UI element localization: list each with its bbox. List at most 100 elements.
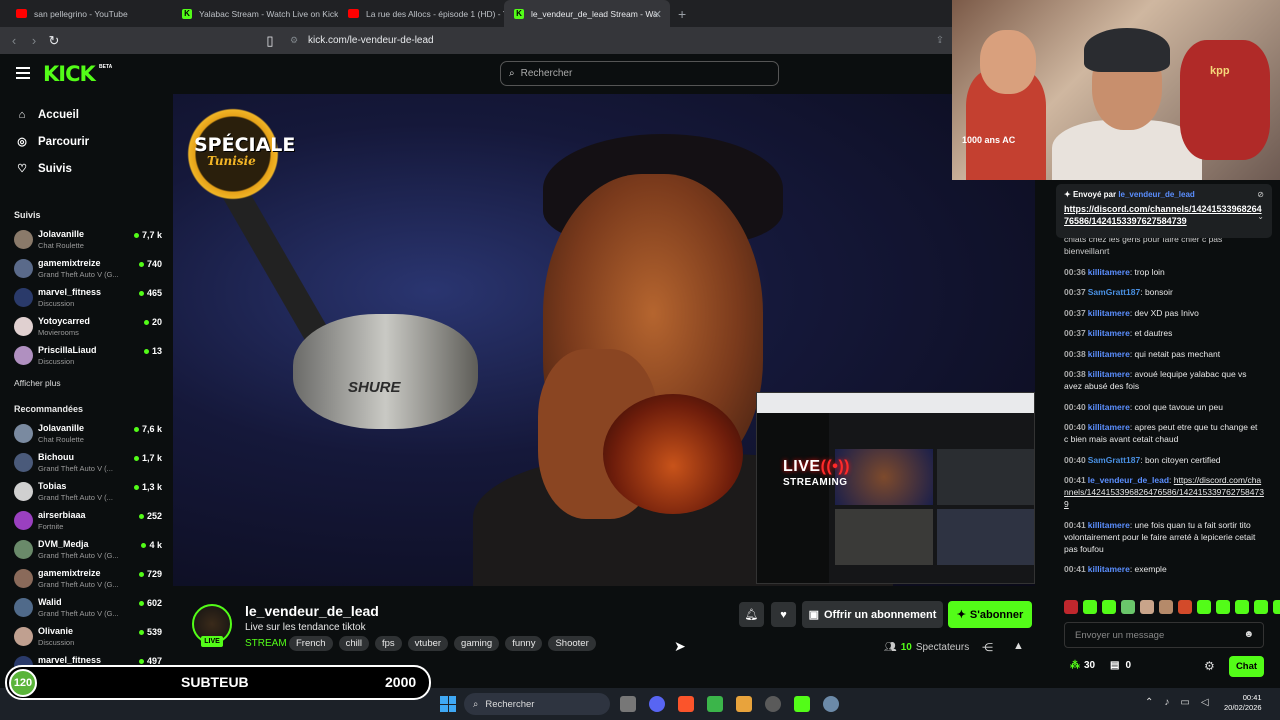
chevron-up-icon[interactable]: ⌃ (1145, 697, 1153, 708)
taskbar-search[interactable]: ⌕ Rechercher (464, 693, 610, 715)
discord-icon[interactable] (649, 696, 665, 712)
site-info-icon[interactable]: ⚙ (284, 35, 304, 46)
settings-app-icon[interactable] (823, 696, 839, 712)
subscribe-button[interactable]: ✦ S'abonner (948, 601, 1032, 628)
browser-tab[interactable]: La rue des Allocs - épisode 1 (HD) - Y (338, 0, 504, 27)
clock[interactable]: 00:41 20/02/2026 (1224, 693, 1262, 713)
emote-icon[interactable] (1140, 600, 1154, 614)
settings-icon[interactable]: ⚙ (1204, 659, 1215, 673)
task-view-icon[interactable] (620, 696, 636, 712)
reload-icon[interactable]: ↻ (44, 33, 64, 49)
tag-chip[interactable]: Shooter (548, 636, 596, 651)
chat-username[interactable]: killitamere (1088, 349, 1130, 359)
channel-item[interactable]: Jolavanille Chat Roulette 7,7 k (0, 227, 172, 256)
forward-icon[interactable]: › (24, 33, 44, 48)
emote-icon[interactable] (1159, 600, 1173, 614)
app-icon[interactable] (736, 696, 752, 712)
emote-icon[interactable] (1102, 600, 1116, 614)
emote-icon[interactable] (1216, 600, 1230, 614)
nav-home[interactable]: ⌂ Accueil (0, 101, 172, 128)
unpin-icon[interactable]: ⊘ (1257, 190, 1264, 199)
channel-item[interactable]: Jolavanille Chat Roulette 7,6 k (0, 421, 172, 450)
report-icon[interactable]: ▲ (1013, 640, 1024, 652)
show-more-link[interactable]: Afficher plus (0, 378, 172, 388)
follow-button[interactable]: ♥ (771, 602, 796, 627)
channel-item[interactable]: PriscillaLiaud Discussion 13 (0, 343, 172, 372)
app-icon[interactable] (765, 696, 781, 712)
emote-icon[interactable] (1235, 600, 1249, 614)
emote-icon[interactable] (1083, 600, 1097, 614)
notification-bell-button[interactable]: 🔔︎ (739, 602, 764, 627)
video-player[interactable]: SHURE SPÉCIALE Tunisie (173, 94, 1035, 586)
tag-chip[interactable]: vtuber (407, 636, 449, 651)
channel-item[interactable]: Olivanie Discussion 539 (0, 624, 172, 653)
channel-item[interactable]: marvel_fitness Discussion 465 (0, 285, 172, 314)
chat-username[interactable]: SamGratt187 (1088, 455, 1140, 465)
channel-item[interactable]: airserbiaaa Fortnite 252 (0, 508, 172, 537)
chat-message: 00:37 SamGratt187: bonsoir (1064, 287, 1173, 297)
new-tab-icon[interactable]: + (670, 0, 694, 27)
channel-item[interactable]: Tobias Grand Theft Auto V (... 1,3 k (0, 479, 172, 508)
emote-icon[interactable] (1254, 600, 1268, 614)
browser-tab[interactable]: san pellegrino - YouTube (6, 0, 172, 27)
nav-following[interactable]: ♡ Suivis (0, 155, 172, 182)
share-icon[interactable]: ⋲ (982, 641, 993, 654)
channel-item[interactable]: gamemixtreize Grand Theft Auto V (G... 729 (0, 566, 172, 595)
channel-item[interactable]: Walid Grand Theft Auto V (G... 602 (0, 595, 172, 624)
channel-item[interactable]: DVM_Medja Grand Theft Auto V (G... 4 k (0, 537, 172, 566)
chat-username[interactable]: killitamere (1088, 369, 1130, 379)
microphone-icon[interactable]: ♪ (1164, 697, 1169, 708)
emote-icon[interactable] (1273, 600, 1280, 614)
tag-chip[interactable]: French (289, 636, 333, 651)
emote-icon[interactable] (1064, 600, 1078, 614)
menu-icon[interactable] (16, 67, 30, 79)
tag-chip[interactable]: funny (505, 636, 543, 651)
chat-username[interactable]: killitamere (1088, 402, 1130, 412)
pinned-user[interactable]: le_vendeur_de_lead (1118, 190, 1194, 199)
emote-icon[interactable] (1197, 600, 1211, 614)
chat-username[interactable]: killitamere (1088, 564, 1130, 574)
chevron-down-icon[interactable]: ⌄ (1257, 212, 1264, 221)
chat-username[interactable]: SamGratt187 (1088, 287, 1140, 297)
emote-icon[interactable] (1121, 600, 1135, 614)
pinned-link[interactable]: https://discord.com/channels/14241533968… (1064, 203, 1264, 227)
back-icon[interactable]: ‹ (4, 33, 24, 48)
chat-username[interactable]: killitamere (1088, 520, 1130, 530)
nav-browse[interactable]: ◎ Parcourir (0, 128, 172, 155)
windows-start-icon[interactable] (440, 696, 456, 712)
url-text[interactable]: kick.com/le-vendeur-de-lead (308, 35, 434, 46)
tag-chip[interactable]: fps (374, 636, 402, 651)
search-input[interactable]: ⌕ Rechercher (500, 61, 779, 86)
streamer-name[interactable]: le_vendeur_de_lead (245, 603, 379, 619)
network-icon[interactable]: ▭ (1180, 697, 1189, 708)
gift-sub-button[interactable]: ▣ Offrir un abonnement (802, 601, 943, 628)
chat-username[interactable]: killitamere (1088, 267, 1130, 277)
brave-browser-icon[interactable] (678, 696, 694, 712)
kick-app-icon[interactable] (794, 696, 810, 712)
close-icon[interactable]: ✕ (653, 8, 662, 21)
volume-icon[interactable]: ◁ (1201, 697, 1209, 708)
emoji-icon[interactable]: ☻ (1243, 629, 1254, 640)
tag-chip[interactable]: chill (338, 636, 369, 651)
emote-icon[interactable] (1178, 600, 1192, 614)
channel-item[interactable]: gamemixtreize Grand Theft Auto V (G... 740 (0, 256, 172, 285)
channel-item[interactable]: Yotoycarred Movierooms 20 (0, 314, 172, 343)
bookmark-icon[interactable]: ▯ (260, 33, 280, 49)
browser-tab[interactable]: K Yalabac Stream - Watch Live on Kick (172, 0, 338, 27)
chat-input[interactable]: Envoyer un message ☻ (1064, 622, 1264, 648)
channel-item[interactable]: Bichouu Grand Theft Auto V (... 1,7 k (0, 450, 172, 479)
stream-category[interactable]: STREAM (245, 638, 287, 649)
kick-logo[interactable]: KICK (43, 62, 96, 86)
chat-username[interactable]: killitamere (1088, 308, 1130, 318)
chat-username[interactable]: killitamere (1088, 328, 1130, 338)
chat-username[interactable]: le_vendeur_de_lead (1088, 475, 1169, 485)
share-page-icon[interactable]: ⇪ (930, 35, 950, 46)
tag-chip[interactable]: gaming (454, 636, 500, 651)
spreadsheet-icon[interactable] (707, 696, 723, 712)
send-chat-button[interactable]: Chat (1229, 656, 1264, 677)
chat-text: dev XD pas Inivo (1134, 307, 1199, 318)
chat-username[interactable]: killitamere (1088, 422, 1130, 432)
browser-tab-active[interactable]: Kle_vendeur_de_lead Stream - Wa ✕ (504, 0, 670, 27)
channel-points[interactable]: ⁂ 30 (1070, 660, 1095, 671)
gift-count[interactable]: ▤ 0 (1110, 660, 1131, 671)
